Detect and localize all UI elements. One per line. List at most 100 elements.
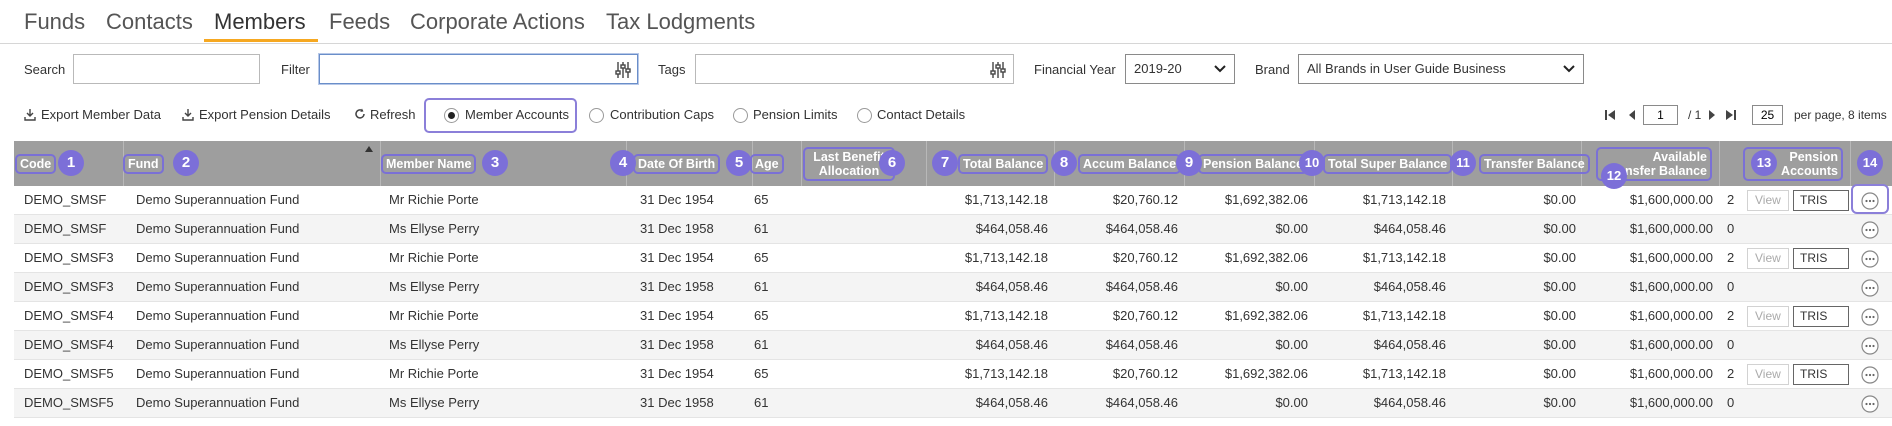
table-row[interactable]: DEMO_SMSF4 Demo Superannuation Fund Mr Ric…	[14, 302, 1892, 331]
more-options-icon[interactable]	[1861, 279, 1879, 297]
filter-label: Filter	[281, 62, 310, 77]
table-row[interactable]: DEMO_SMSF Demo Superannuation Fund Ms Elly…	[14, 215, 1892, 244]
column-header-pension-balance[interactable]: Pension Balance	[1198, 141, 1309, 186]
cell-transfer-balance: $0.00	[1543, 308, 1576, 323]
cell-date-of-birth: 31 Dec 1954	[640, 366, 714, 381]
column-header-total-balance[interactable]: Total Balance	[958, 141, 1049, 186]
cell-total-balance: $1,713,142.18	[964, 366, 1048, 381]
tris-commence-button[interactable]: TRIS Co	[1793, 306, 1849, 327]
more-options-icon[interactable]	[1861, 395, 1879, 413]
table-row[interactable]: DEMO_SMSF3 Demo Superannuation Fund Mr Ric…	[14, 244, 1892, 273]
tab-feeds[interactable]: Feeds	[327, 9, 392, 35]
tab-contacts[interactable]: Contacts	[104, 9, 195, 35]
tab-tax-lodgments[interactable]: Tax Lodgments	[604, 9, 757, 35]
brand-value: All Brands in User Guide Business	[1307, 61, 1506, 76]
filter-input[interactable]	[319, 54, 638, 84]
row-actions-highlight	[1851, 184, 1889, 214]
more-options-icon[interactable]	[1861, 366, 1879, 384]
cell-total-super-balance: $464,058.46	[1373, 395, 1446, 410]
page-total: / 1	[1688, 108, 1702, 122]
cell-pension-balance: $0.00	[1275, 279, 1308, 294]
tab-members[interactable]: Members	[212, 9, 308, 35]
per-page-input[interactable]	[1752, 105, 1783, 125]
cell-pension-accounts-count: 0	[1727, 395, 1735, 410]
cell-transfer-balance: $0.00	[1543, 337, 1576, 352]
table-row[interactable]: DEMO_SMSF5 Demo Superannuation Fund Mr Ric…	[14, 360, 1892, 389]
export-member-data-label: Export Member Data	[41, 107, 161, 122]
cell-age: 65	[754, 366, 769, 381]
first-page-icon[interactable]	[1604, 109, 1616, 121]
column-header-total-balance-label: Total Balance	[958, 153, 1049, 174]
radio-member-accounts-label[interactable]: Member Accounts	[465, 106, 569, 124]
tris-commence-button[interactable]: TRIS Co	[1793, 190, 1849, 211]
column-header-fund[interactable]: Fund	[123, 141, 164, 186]
view-button[interactable]: View	[1747, 364, 1789, 385]
previous-page-icon[interactable]	[1626, 109, 1638, 121]
active-tab-indicator	[204, 39, 318, 42]
column-header-age[interactable]: Age	[750, 141, 784, 186]
radio-pension-limits-label[interactable]: Pension Limits	[753, 106, 838, 124]
more-options-icon[interactable]	[1861, 221, 1879, 239]
radio-pension-limits[interactable]	[733, 108, 748, 123]
table-row[interactable]: DEMO_SMSF5 Demo Superannuation Fund Ms Ell…	[14, 389, 1892, 418]
annotation-badge: 3	[482, 150, 508, 176]
radio-contact-details[interactable]	[857, 108, 872, 123]
cell-date-of-birth: 31 Dec 1958	[640, 395, 714, 410]
cell-pension-balance: $0.00	[1275, 337, 1308, 352]
cell-available-transfer-balance: $1,600,000.00	[1629, 366, 1713, 381]
last-page-icon[interactable]	[1725, 109, 1737, 121]
cell-total-super-balance: $1,713,142.18	[1362, 192, 1446, 207]
cell-date-of-birth: 31 Dec 1954	[640, 308, 714, 323]
view-button[interactable]: View	[1747, 306, 1789, 327]
column-header-total-super-balance[interactable]: Total Super Balance	[1323, 141, 1453, 186]
tab-funds[interactable]: Funds	[22, 9, 87, 35]
next-page-icon[interactable]	[1706, 109, 1718, 121]
tab-corporate-actions[interactable]: Corporate Actions	[408, 9, 587, 35]
view-button[interactable]: View	[1747, 248, 1789, 269]
radio-contribution-caps-label[interactable]: Contribution Caps	[610, 106, 714, 124]
annotation-badge: 9	[1176, 150, 1202, 176]
more-options-icon[interactable]	[1861, 337, 1879, 355]
column-header-date-of-birth[interactable]: Date Of Birth	[633, 141, 721, 186]
radio-contribution-caps[interactable]	[589, 108, 604, 123]
cell-code: DEMO_SMSF4	[24, 308, 114, 323]
cell-available-transfer-balance: $1,600,000.00	[1629, 192, 1713, 207]
download-icon	[182, 109, 194, 121]
cell-fund: Demo Superannuation Fund	[136, 337, 300, 352]
sliders-icon[interactable]	[989, 61, 1007, 79]
more-options-icon[interactable]	[1861, 308, 1879, 326]
cell-member-name: Ms Ellyse Perry	[389, 337, 480, 352]
cell-date-of-birth: 31 Dec 1958	[640, 279, 714, 294]
view-button[interactable]: View	[1747, 190, 1789, 211]
table-row[interactable]: DEMO_SMSF4 Demo Superannuation Fund Ms Ell…	[14, 331, 1892, 360]
cell-last-benefit-allocation	[804, 273, 922, 301]
cell-member-name: Ms Ellyse Perry	[389, 395, 480, 410]
cell-available-transfer-balance: $1,600,000.00	[1629, 221, 1713, 236]
cell-fund: Demo Superannuation Fund	[136, 250, 300, 265]
cell-age: 61	[754, 279, 769, 294]
radio-contact-details-label[interactable]: Contact Details	[877, 106, 965, 124]
cell-total-balance: $464,058.46	[975, 395, 1048, 410]
tris-commence-button[interactable]: TRIS Co	[1793, 364, 1849, 385]
cell-pension-balance: $1,692,382.06	[1224, 308, 1308, 323]
financial-year-select[interactable]: 2019-20	[1125, 54, 1235, 84]
brand-select[interactable]: All Brands in User Guide Business	[1298, 54, 1584, 84]
table-row[interactable]: DEMO_SMSF Demo Superannuation Fund Mr Rich…	[14, 186, 1892, 215]
more-options-icon[interactable]	[1861, 250, 1879, 268]
column-header-transfer-balance[interactable]: Transfer Balance	[1479, 141, 1590, 186]
cell-last-benefit-allocation	[804, 331, 922, 359]
radio-member-accounts[interactable]	[444, 108, 459, 123]
tags-input[interactable]	[695, 54, 1014, 84]
page-number-input[interactable]	[1643, 105, 1678, 125]
search-input[interactable]	[73, 54, 260, 84]
sliders-icon[interactable]	[614, 61, 632, 79]
table-row[interactable]: DEMO_SMSF3 Demo Superannuation Fund Ms Ell…	[14, 273, 1892, 302]
cell-last-benefit-allocation	[804, 302, 922, 330]
cell-member-name: Mr Richie Porte	[389, 192, 479, 207]
column-header-member-name[interactable]: Member Name	[381, 141, 477, 186]
cell-pension-balance: $0.00	[1275, 221, 1308, 236]
column-header-accum-balance[interactable]: Accum Balance	[1078, 141, 1182, 186]
sort-ascending-icon	[365, 146, 373, 152]
column-header-code[interactable]: Code	[15, 141, 57, 186]
tris-commence-button[interactable]: TRIS Co	[1793, 248, 1849, 269]
